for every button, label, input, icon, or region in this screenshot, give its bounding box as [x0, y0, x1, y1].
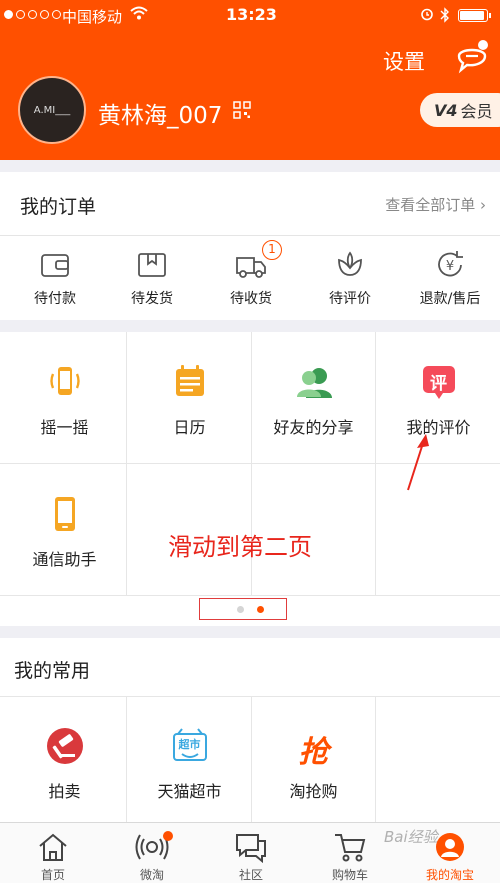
order-label: 待评价	[329, 291, 371, 307]
flash-sale-icon-text: 抢	[298, 735, 329, 770]
chat-icon	[234, 831, 268, 864]
wifi-icon	[130, 6, 148, 24]
tab-weitao[interactable]: 微淘	[102, 823, 202, 883]
view-all-orders-link[interactable]: 查看全部订单 ›	[385, 194, 486, 215]
tab-label: 社区	[238, 868, 263, 882]
page-indicator[interactable]	[199, 598, 287, 620]
orders-header[interactable]: 我的订单 查看全部订单 ›	[0, 172, 500, 236]
common-label: 拍卖	[48, 782, 81, 801]
my-orders-card: 我的订单 查看全部订单 › 待付款 待发货 1 待收货 待评价 ¥ 退款/售后	[0, 172, 500, 320]
review-icon-text: 评	[430, 374, 447, 394]
weitao-unread-dot	[163, 831, 173, 841]
order-label: 退款/售后	[419, 291, 481, 307]
common-flash-sale[interactable]: 抢 淘抢购	[251, 696, 376, 828]
tool-label: 摇一摇	[40, 418, 89, 437]
flash-sale-icon: 抢	[294, 726, 334, 770]
qr-code-icon[interactable]	[233, 101, 251, 119]
auction-icon	[45, 726, 85, 766]
common-title: 我的常用	[14, 660, 91, 682]
tab-home[interactable]: 首页	[3, 823, 103, 883]
tab-label: 购物车	[331, 868, 368, 882]
status-bar: 中国移动 13:23	[0, 0, 500, 32]
tool-label: 通信助手	[32, 550, 97, 569]
tool-label: 我的评价	[406, 418, 471, 437]
orders-title: 我的订单	[20, 196, 97, 218]
home-icon	[36, 831, 70, 863]
tool-phone-assistant[interactable]: 通信助手	[2, 464, 127, 596]
swipe-annotation: 滑动到第二页	[168, 533, 312, 561]
common-auction[interactable]: 拍卖	[2, 696, 127, 828]
wallet-icon	[38, 248, 72, 282]
vip-label: 会员	[460, 102, 493, 121]
calendar-icon	[170, 362, 210, 402]
common-label: 淘抢购	[289, 782, 338, 801]
battery-icon	[458, 9, 491, 22]
order-pending-receipt[interactable]: 1 待收货	[201, 240, 301, 308]
page-dot-1[interactable]	[237, 606, 244, 613]
tools-grid: 摇一摇 日历 好友的分享 评 我的评价 通信助手 滑动到第二页	[0, 332, 500, 626]
bluetooth-icon	[440, 7, 450, 27]
page-dot-2[interactable]	[257, 606, 264, 613]
username[interactable]: 黄林海_007	[98, 96, 222, 130]
order-label: 待付款	[34, 291, 76, 307]
tab-label: 我的淘宝	[425, 868, 474, 882]
avatar-text: A.MI___	[33, 104, 71, 116]
phone-assistant-icon	[45, 494, 85, 534]
order-pending-shipment[interactable]: 待发货	[102, 248, 202, 308]
tmall-market-icon: 超市	[170, 726, 210, 766]
review-icon: 评	[419, 362, 459, 402]
order-pending-payment[interactable]: 待付款	[5, 248, 105, 308]
order-label: 待发货	[131, 291, 173, 307]
package-icon	[135, 248, 169, 282]
friends-share-icon	[294, 362, 334, 402]
common-tmall-market[interactable]: 超市 天猫超市	[127, 696, 252, 828]
lotus-icon	[333, 248, 367, 282]
clock: 13:23	[226, 5, 277, 24]
alarm-icon	[420, 7, 434, 25]
refund-icon: ¥	[433, 248, 467, 282]
order-refund-aftersale[interactable]: ¥ 退款/售后	[400, 248, 500, 308]
view-all-orders-label: 查看全部订单	[385, 196, 476, 214]
chevron-right-icon: ›	[480, 196, 486, 214]
order-pending-review[interactable]: 待评价	[300, 248, 400, 308]
order-count-badge: 1	[262, 240, 282, 260]
tool-label: 好友的分享	[273, 418, 354, 437]
tab-community[interactable]: 社区	[201, 823, 301, 883]
vip-level: V4	[434, 100, 458, 120]
broadcast-icon	[135, 831, 173, 863]
watermark: Bai经验	[384, 828, 438, 846]
common-label: 天猫超市	[157, 782, 222, 801]
my-common-card: 我的常用 拍卖 超市 天猫超市 抢 淘抢购	[0, 638, 500, 838]
tab-label: 微淘	[139, 868, 164, 882]
vip-badge[interactable]: V4 会员	[420, 93, 500, 127]
tool-my-reviews[interactable]: 评 我的评价	[376, 332, 500, 464]
truck-icon: 1	[234, 240, 282, 282]
signal-strength-icon	[4, 10, 61, 19]
tab-label: 首页	[40, 868, 65, 882]
tmall-market-icon-text: 超市	[178, 738, 201, 751]
shake-phone-icon	[45, 362, 85, 402]
my-taobao-icon	[433, 831, 467, 863]
tool-shake[interactable]: 摇一摇	[2, 332, 127, 464]
order-label: 待收货	[230, 291, 272, 307]
tool-label: 日历	[173, 418, 206, 437]
settings-button[interactable]: 设置	[383, 46, 425, 76]
profile-header: 中国移动 13:23 设置 A.MI___ 黄林海_007 V4 会员	[0, 0, 500, 160]
svg-text:¥: ¥	[446, 259, 454, 274]
avatar[interactable]: A.MI___	[18, 76, 86, 144]
carrier-name: 中国移动	[62, 8, 123, 26]
tool-calendar[interactable]: 日历	[127, 332, 252, 464]
tool-friends-share[interactable]: 好友的分享	[251, 332, 376, 464]
annotation-arrow-icon	[407, 434, 429, 491]
cart-icon	[333, 831, 367, 863]
message-unread-dot	[478, 40, 488, 50]
